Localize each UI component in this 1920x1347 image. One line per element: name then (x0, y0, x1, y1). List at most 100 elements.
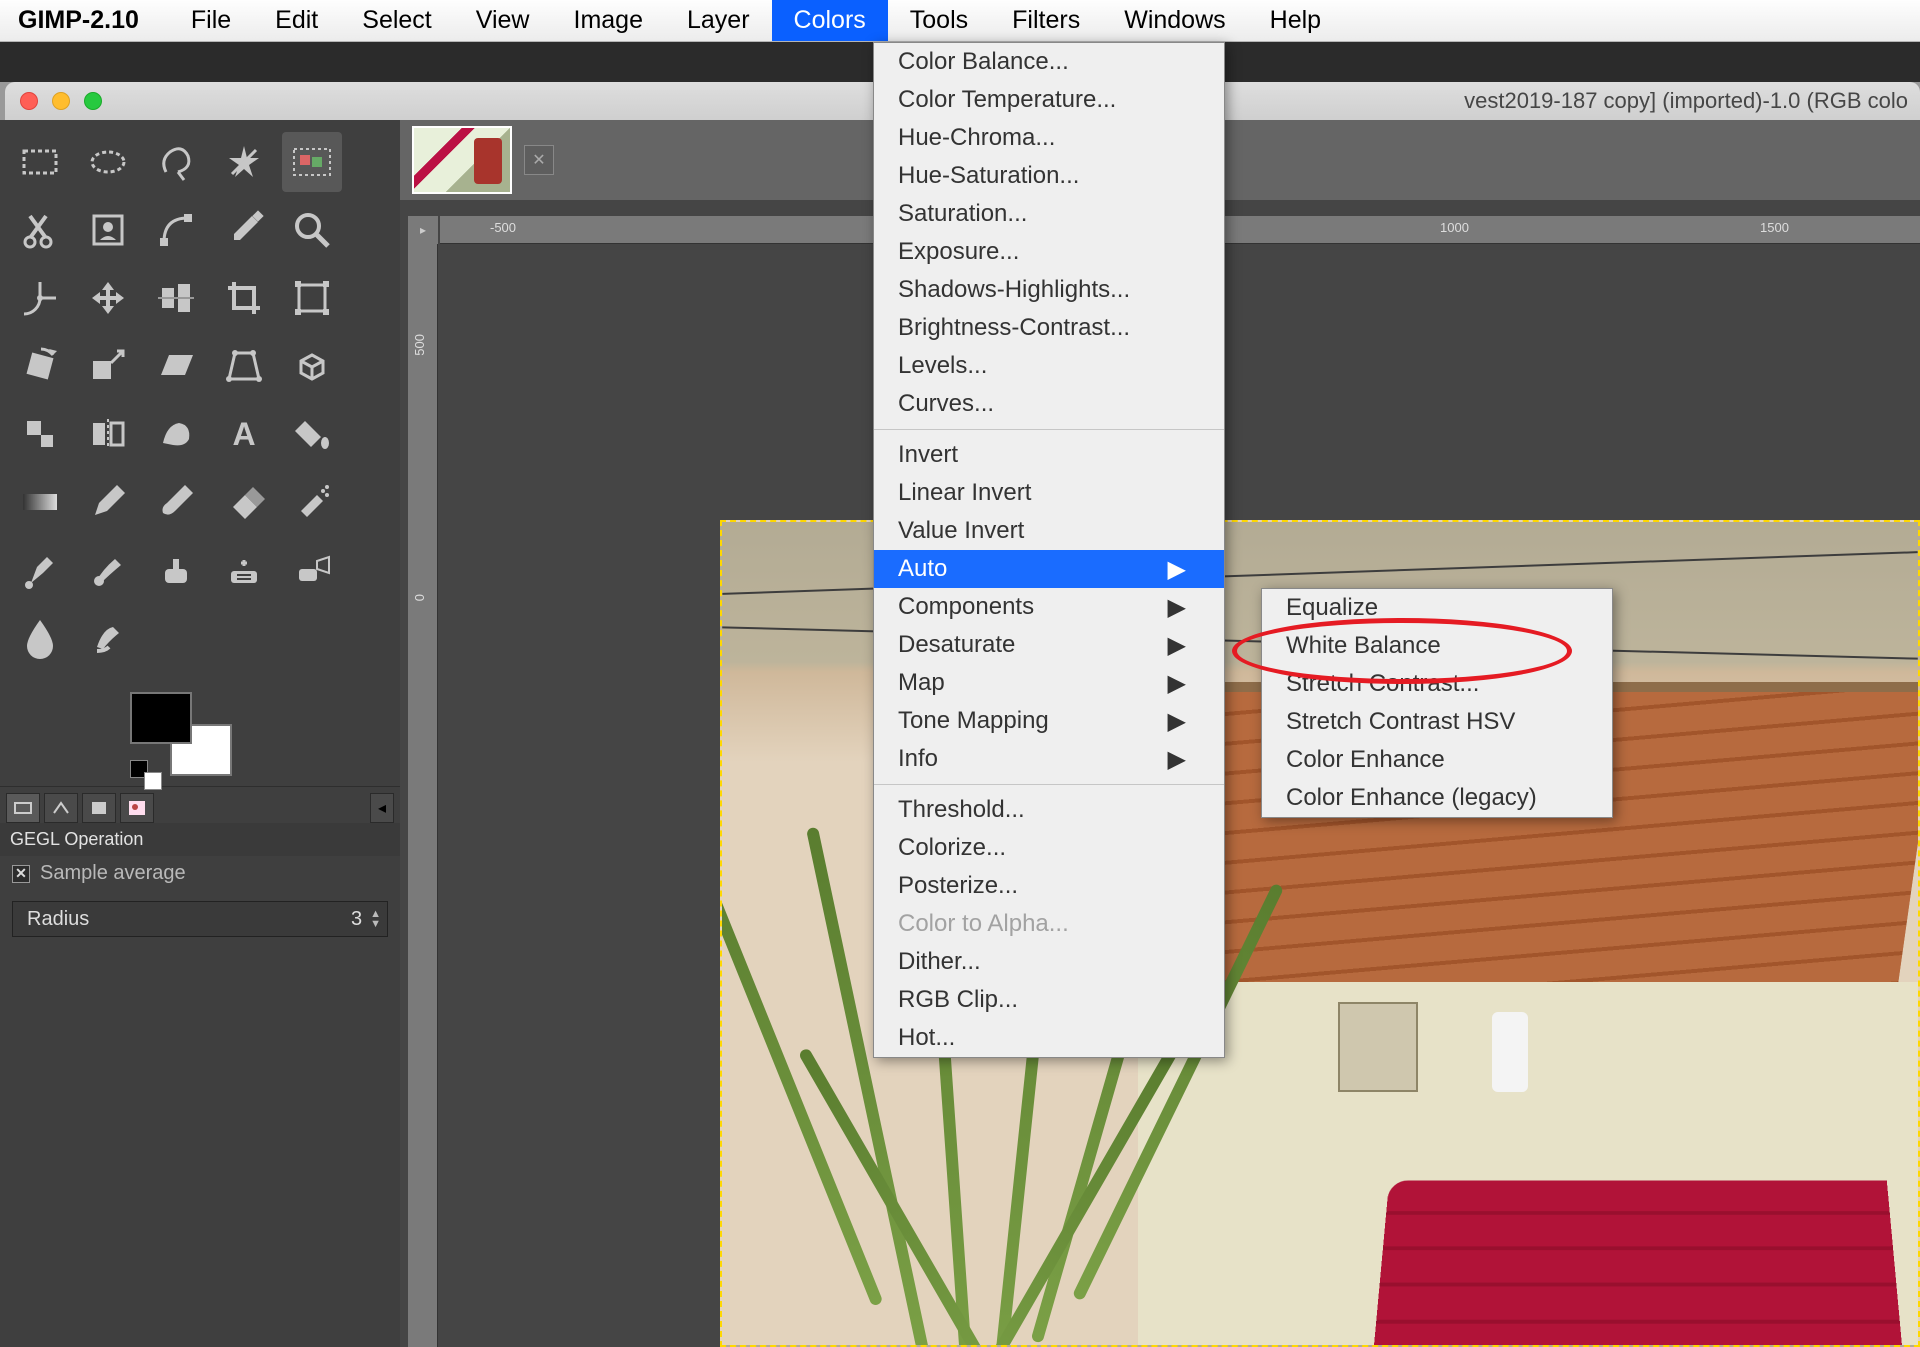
tool-flip[interactable] (78, 404, 138, 464)
menu-item-submenu[interactable]: Tone Mapping▶ (874, 702, 1224, 740)
tab-menu-button[interactable]: ◂ (370, 793, 394, 823)
menu-image[interactable]: Image (552, 0, 665, 41)
tool-align[interactable] (146, 268, 206, 328)
tool-measure[interactable] (10, 268, 70, 328)
window-close-button[interactable] (20, 92, 38, 110)
tool-move[interactable] (78, 268, 138, 328)
tool-color-picker[interactable] (214, 200, 274, 260)
menu-item[interactable]: Brightness-Contrast... (874, 309, 1224, 347)
menu-item-submenu[interactable]: Auto▶ (874, 550, 1224, 588)
tool-fuzzy-select[interactable] (214, 132, 274, 192)
menu-view[interactable]: View (454, 0, 552, 41)
tab-tool-options[interactable] (6, 793, 40, 823)
tool-mypaint[interactable] (78, 540, 138, 600)
window-minimize-button[interactable] (52, 92, 70, 110)
menu-item[interactable]: Levels... (874, 347, 1224, 385)
tool-3d-transform[interactable] (282, 336, 342, 396)
menu-item[interactable]: Hue-Saturation... (874, 157, 1224, 195)
tool-ink[interactable] (10, 540, 70, 600)
menu-item[interactable]: Invert (874, 436, 1224, 474)
menu-item[interactable]: Color Balance... (874, 43, 1224, 81)
tool-cage[interactable] (146, 404, 206, 464)
ruler-vertical[interactable]: 500 0 (408, 244, 438, 1347)
tool-heal[interactable] (214, 540, 274, 600)
menu-item-submenu[interactable]: Info▶ (874, 740, 1224, 778)
tool-foreground-select[interactable] (78, 200, 138, 260)
menu-edit[interactable]: Edit (253, 0, 340, 41)
foreground-color[interactable] (130, 692, 192, 744)
submenu-item[interactable]: Stretch Contrast... (1262, 665, 1612, 703)
menu-item[interactable]: RGB Clip... (874, 981, 1224, 1019)
menu-item[interactable]: Value Invert (874, 512, 1224, 550)
menu-item[interactable]: Hue-Chroma... (874, 119, 1224, 157)
tool-rect-select[interactable] (10, 132, 70, 192)
submenu-item[interactable]: Color Enhance (1262, 741, 1612, 779)
swap-colors-icon[interactable] (144, 772, 162, 790)
menu-file[interactable]: File (169, 0, 253, 41)
tab-images[interactable] (120, 793, 154, 823)
menu-colors[interactable]: Colors (772, 0, 888, 41)
sample-average-option[interactable]: ✕ Sample average (0, 856, 400, 891)
fg-bg-color-swatch[interactable] (130, 692, 240, 782)
tool-pencil[interactable] (78, 472, 138, 532)
menu-item-submenu[interactable]: Components▶ (874, 588, 1224, 626)
tool-paths[interactable] (146, 200, 206, 260)
tool-scissors[interactable] (10, 200, 70, 260)
tool-zoom[interactable] (282, 200, 342, 260)
tab-undo-history[interactable] (82, 793, 116, 823)
menu-select[interactable]: Select (340, 0, 453, 41)
tool-eraser[interactable] (214, 472, 274, 532)
menu-item[interactable]: Threshold... (874, 791, 1224, 829)
menu-item[interactable]: Hot... (874, 1019, 1224, 1057)
submenu-item[interactable]: Color Enhance (legacy) (1262, 779, 1612, 817)
menu-item[interactable]: Exposure... (874, 233, 1224, 271)
menu-tools[interactable]: Tools (888, 0, 990, 41)
sample-average-checkbox[interactable]: ✕ (12, 865, 30, 883)
tool-text[interactable]: A (214, 404, 274, 464)
tool-paintbrush[interactable] (146, 472, 206, 532)
menu-layer[interactable]: Layer (665, 0, 772, 41)
submenu-item[interactable]: Equalize (1262, 589, 1612, 627)
tool-by-color-select[interactable] (282, 132, 342, 192)
tool-clone[interactable] (146, 540, 206, 600)
menu-help[interactable]: Help (1248, 0, 1343, 41)
ruler-origin[interactable]: ▸ (408, 216, 438, 244)
image-tab[interactable]: ✕ (412, 126, 554, 194)
menu-item-submenu[interactable]: Desaturate▶ (874, 626, 1224, 664)
window-zoom-button[interactable] (84, 92, 102, 110)
menu-filters[interactable]: Filters (990, 0, 1102, 41)
submenu-item[interactable]: White Balance (1262, 627, 1612, 665)
tool-gradient[interactable] (10, 472, 70, 532)
menu-windows[interactable]: Windows (1102, 0, 1247, 41)
radius-field[interactable]: Radius 3 ▲▼ (12, 901, 388, 937)
tool-scale[interactable] (78, 336, 138, 396)
tool-handle-transform[interactable] (10, 404, 70, 464)
ruler-tick: 1000 (1440, 220, 1469, 235)
tool-perspective[interactable] (214, 336, 274, 396)
menu-item[interactable]: Curves... (874, 385, 1224, 423)
submenu-item[interactable]: Stretch Contrast HSV (1262, 703, 1612, 741)
close-tab-button[interactable]: ✕ (524, 145, 554, 175)
tool-blur[interactable] (10, 608, 70, 668)
tool-ellipse-select[interactable] (78, 132, 138, 192)
tool-unified-transform[interactable] (282, 268, 342, 328)
menu-item[interactable]: Shadows-Highlights... (874, 271, 1224, 309)
auto-submenu-dropdown: EqualizeWhite BalanceStretch Contrast...… (1261, 588, 1613, 818)
menu-item[interactable]: Linear Invert (874, 474, 1224, 512)
tool-free-select[interactable] (146, 132, 206, 192)
tool-smudge[interactable] (78, 608, 138, 668)
tab-device-status[interactable] (44, 793, 78, 823)
tool-bucket-fill[interactable] (282, 404, 342, 464)
menu-item[interactable]: Colorize... (874, 829, 1224, 867)
tool-airbrush[interactable] (282, 472, 342, 532)
menu-item[interactable]: Color Temperature... (874, 81, 1224, 119)
tool-crop[interactable] (214, 268, 274, 328)
menu-item-submenu[interactable]: Map▶ (874, 664, 1224, 702)
tool-rotate[interactable] (10, 336, 70, 396)
menu-item[interactable]: Saturation... (874, 195, 1224, 233)
tool-perspective-clone[interactable] (282, 540, 342, 600)
menu-item[interactable]: Dither... (874, 943, 1224, 981)
radius-stepper[interactable]: ▲▼ (370, 909, 381, 929)
tool-shear[interactable] (146, 336, 206, 396)
menu-item[interactable]: Posterize... (874, 867, 1224, 905)
